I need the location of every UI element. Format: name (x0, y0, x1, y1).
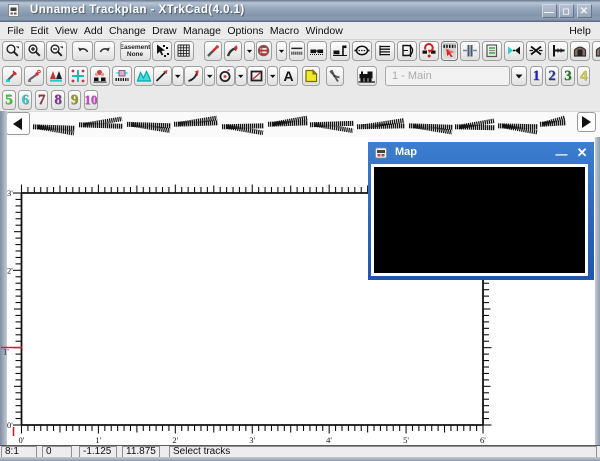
svg-text:2': 2' (172, 435, 178, 445)
svg-text:0': 0' (19, 435, 25, 445)
svg-text:3': 3' (7, 188, 13, 198)
svg-text:0': 0' (7, 420, 13, 430)
svg-text:1': 1' (95, 435, 101, 445)
svg-text:6': 6' (480, 435, 486, 445)
svg-text:3': 3' (249, 435, 255, 445)
svg-text:4': 4' (326, 435, 332, 445)
svg-text:2': 2' (7, 265, 13, 275)
svg-text:5': 5' (403, 435, 409, 445)
